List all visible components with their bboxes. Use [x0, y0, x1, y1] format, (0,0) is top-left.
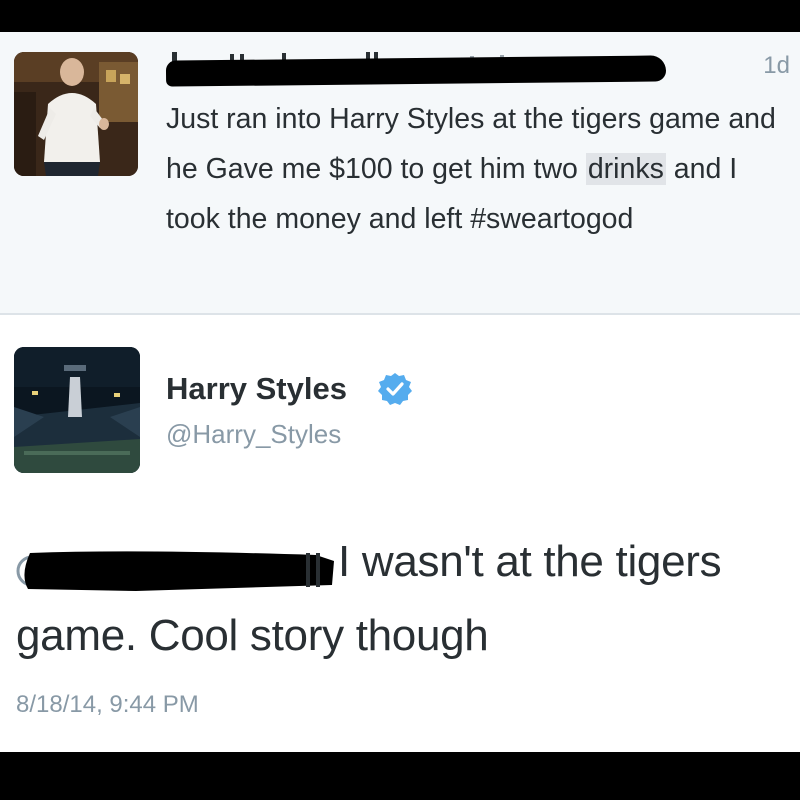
- reply-line-2: game. Cool story though: [16, 611, 489, 660]
- name-redaction-scribble: [165, 55, 667, 87]
- top-black-bar: [0, 0, 800, 32]
- blurred-word: drinks: [585, 153, 666, 185]
- reply-line-1: I wasn't at the tigers: [338, 537, 722, 586]
- display-name[interactable]: Harry Styles: [166, 371, 347, 407]
- avatar-photo: [14, 52, 138, 176]
- screenshot-frame: 1d Just ran into Harry Styles at the tig…: [0, 0, 800, 800]
- author-name-redacted: [165, 44, 726, 87]
- mention-redaction-scribble: [16, 551, 334, 591]
- tweet-timestamp[interactable]: 8/18/14, 9:44 PM: [16, 691, 199, 719]
- verified-badge-icon: [378, 373, 412, 405]
- bottom-black-bar: [0, 752, 800, 800]
- original-tweet[interactable]: 1d Just ran into Harry Styles at the tig…: [0, 32, 800, 315]
- tweet-text: Just ran into Harry Styles at the tigers…: [166, 94, 791, 244]
- harry-styles-avatar[interactable]: [14, 347, 140, 473]
- reply-tweet[interactable]: Harry Styles @Harry_Styles I wasn't at t…: [0, 315, 800, 752]
- author-avatar[interactable]: [14, 52, 138, 176]
- user-handle[interactable]: @Harry_Styles: [166, 419, 341, 450]
- avatar-stage-photo: [14, 347, 140, 473]
- tweet-age: 1d: [763, 52, 790, 79]
